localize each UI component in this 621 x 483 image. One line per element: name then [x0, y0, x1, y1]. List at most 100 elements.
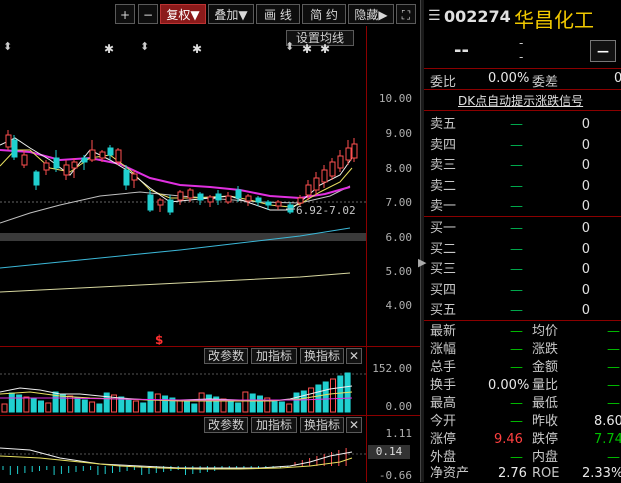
buy-level-volume: 0 — [581, 241, 590, 257]
buy-level-price: — — [510, 303, 523, 318]
volume-chart[interactable] — [0, 364, 366, 414]
sell-level-volume: 0 — [581, 199, 590, 214]
latest-label: 最新 — [430, 324, 457, 339]
indicator-params-button[interactable]: 改参数 — [204, 417, 248, 433]
candlestick-chart[interactable]: 6.92-7.02 $ — [0, 0, 366, 345]
high-value: — — [510, 396, 523, 411]
roe-value: 2.33% — [582, 466, 621, 481]
buy-level-price: — — [510, 262, 523, 277]
buy-level-row[interactable]: 买四 — 0 — [430, 281, 621, 301]
buy-level-volume: 0 — [581, 303, 590, 318]
pct-value: — — [510, 342, 523, 357]
change-value: - — [519, 36, 524, 50]
indicator-current-value: 0.14 — [368, 445, 410, 459]
sell-level-row[interactable]: 卖三 — 0 — [430, 156, 621, 176]
menu-icon[interactable]: ☰ — [428, 8, 441, 24]
wei-cha-value: 0 — [614, 71, 621, 86]
price-tick: 9.00 — [385, 127, 413, 140]
buy-level-label: 买二 — [430, 241, 457, 257]
prev-close-value: 8.60 — [594, 414, 621, 429]
chg-value: — — [607, 342, 620, 357]
nav-value: 2.76 — [498, 466, 527, 481]
buy-level-label: 买一 — [430, 221, 457, 236]
total-value: — — [510, 360, 523, 375]
collapse-quote-button[interactable]: — — [590, 40, 616, 62]
buy-level-row[interactable]: 买一 — 0 — [430, 219, 621, 239]
volume-close-icon[interactable]: ✕ — [346, 348, 362, 364]
price-tick: 10.00 — [378, 92, 412, 105]
sell-level-label: 卖三 — [430, 158, 457, 173]
sell-level-row[interactable]: 卖五 — 0 — [430, 115, 621, 135]
ratio-value: — — [607, 378, 620, 393]
buy-level-label: 买四 — [430, 282, 457, 298]
price-tick: 8.00 — [385, 162, 413, 175]
low-value: — — [607, 396, 620, 411]
roe-label: ROE — [532, 466, 560, 481]
turnover-label: 换手 — [430, 378, 457, 393]
volume-tick: 0.00 — [385, 400, 413, 413]
sell-level-price: — — [510, 117, 523, 132]
limit-up-label: 涨停 — [430, 432, 457, 447]
indicator-chart[interactable] — [0, 436, 366, 482]
dk-signal-link[interactable]: DK点自动提示涨跌信号 — [458, 92, 583, 109]
buy-level-price: — — [510, 221, 523, 236]
volume-tick: 152.00 — [372, 362, 412, 375]
chg-label: 涨跌 — [532, 342, 559, 357]
open-label: 今开 — [430, 414, 457, 429]
volume-params-button[interactable]: 改参数 — [204, 348, 248, 364]
price-tick: 7.00 — [385, 196, 413, 209]
stock-name: 华昌化工 — [514, 8, 594, 32]
stock-code: 002274 — [444, 7, 511, 26]
amount-label: 金额 — [532, 360, 559, 375]
price-tick: 5.00 — [385, 265, 413, 278]
sell-level-label: 卖二 — [430, 178, 457, 194]
expand-icon[interactable]: ⛶ — [396, 4, 416, 24]
indicator-switch-button[interactable]: 换指标 — [300, 417, 344, 433]
quote-panel: ☰ 002274 华昌化工 -- - - — 委比 0.00% 委差 0 DK点… — [424, 0, 621, 482]
ratio-label: 量比 — [532, 378, 559, 393]
avg-label: 均价 — [532, 324, 559, 339]
sell-level-row[interactable]: 卖四 — 0 — [430, 136, 621, 156]
buy-level-price: — — [510, 241, 523, 257]
sell-level-label: 卖四 — [430, 137, 457, 153]
sell-level-volume: 0 — [581, 158, 590, 173]
volume-add-indicator-button[interactable]: 加指标 — [251, 348, 297, 364]
open-value: — — [510, 414, 523, 429]
change-pct: - — [519, 50, 524, 64]
buy-level-row[interactable]: 买五 — 0 — [430, 301, 621, 321]
buy-level-price: — — [510, 282, 523, 298]
latest-value: — — [510, 324, 523, 339]
turnover-value: 0.00% — [488, 378, 530, 393]
price-range-annotation: 6.92-7.02 — [296, 204, 356, 217]
limit-down-value: 7.74 — [594, 432, 621, 447]
sell-level-volume: 0 — [581, 137, 590, 153]
indicator-close-icon[interactable]: ✕ — [346, 417, 362, 433]
prev-close-label: 昨收 — [532, 414, 559, 429]
sell-level-price: — — [510, 199, 523, 214]
indicator-tick: 1.11 — [385, 427, 413, 440]
sell-level-volume: 0 — [581, 178, 590, 194]
limit-up-value: 9.46 — [494, 432, 523, 447]
buy-level-row[interactable]: 买二 — 0 — [430, 240, 621, 260]
low-label: 最低 — [532, 396, 559, 411]
pct-label: 涨幅 — [430, 342, 457, 357]
buy-level-row[interactable]: 买三 — 0 — [430, 260, 621, 280]
nav-label: 净资产 — [430, 466, 470, 481]
indicator-add-button[interactable]: 加指标 — [251, 417, 297, 433]
dividend-marker: $ — [155, 333, 163, 345]
sell-level-price: — — [510, 158, 523, 173]
total-label: 总手 — [430, 360, 457, 375]
price-tick: 6.00 — [385, 231, 413, 244]
avg-value: — — [607, 324, 620, 339]
sell-level-price: — — [510, 178, 523, 194]
sell-level-row[interactable]: 卖一 — 0 — [430, 197, 621, 217]
sell-level-label: 卖一 — [430, 199, 457, 214]
sell-level-volume: 0 — [581, 117, 590, 132]
sell-level-price: — — [510, 137, 523, 153]
indicator-tick: -0.66 — [378, 469, 412, 482]
last-price: -- — [454, 40, 469, 61]
buy-level-volume: 0 — [581, 282, 590, 298]
volume-switch-indicator-button[interactable]: 换指标 — [300, 348, 344, 364]
buy-level-label: 买三 — [430, 262, 457, 277]
sell-level-row[interactable]: 卖二 — 0 — [430, 177, 621, 197]
